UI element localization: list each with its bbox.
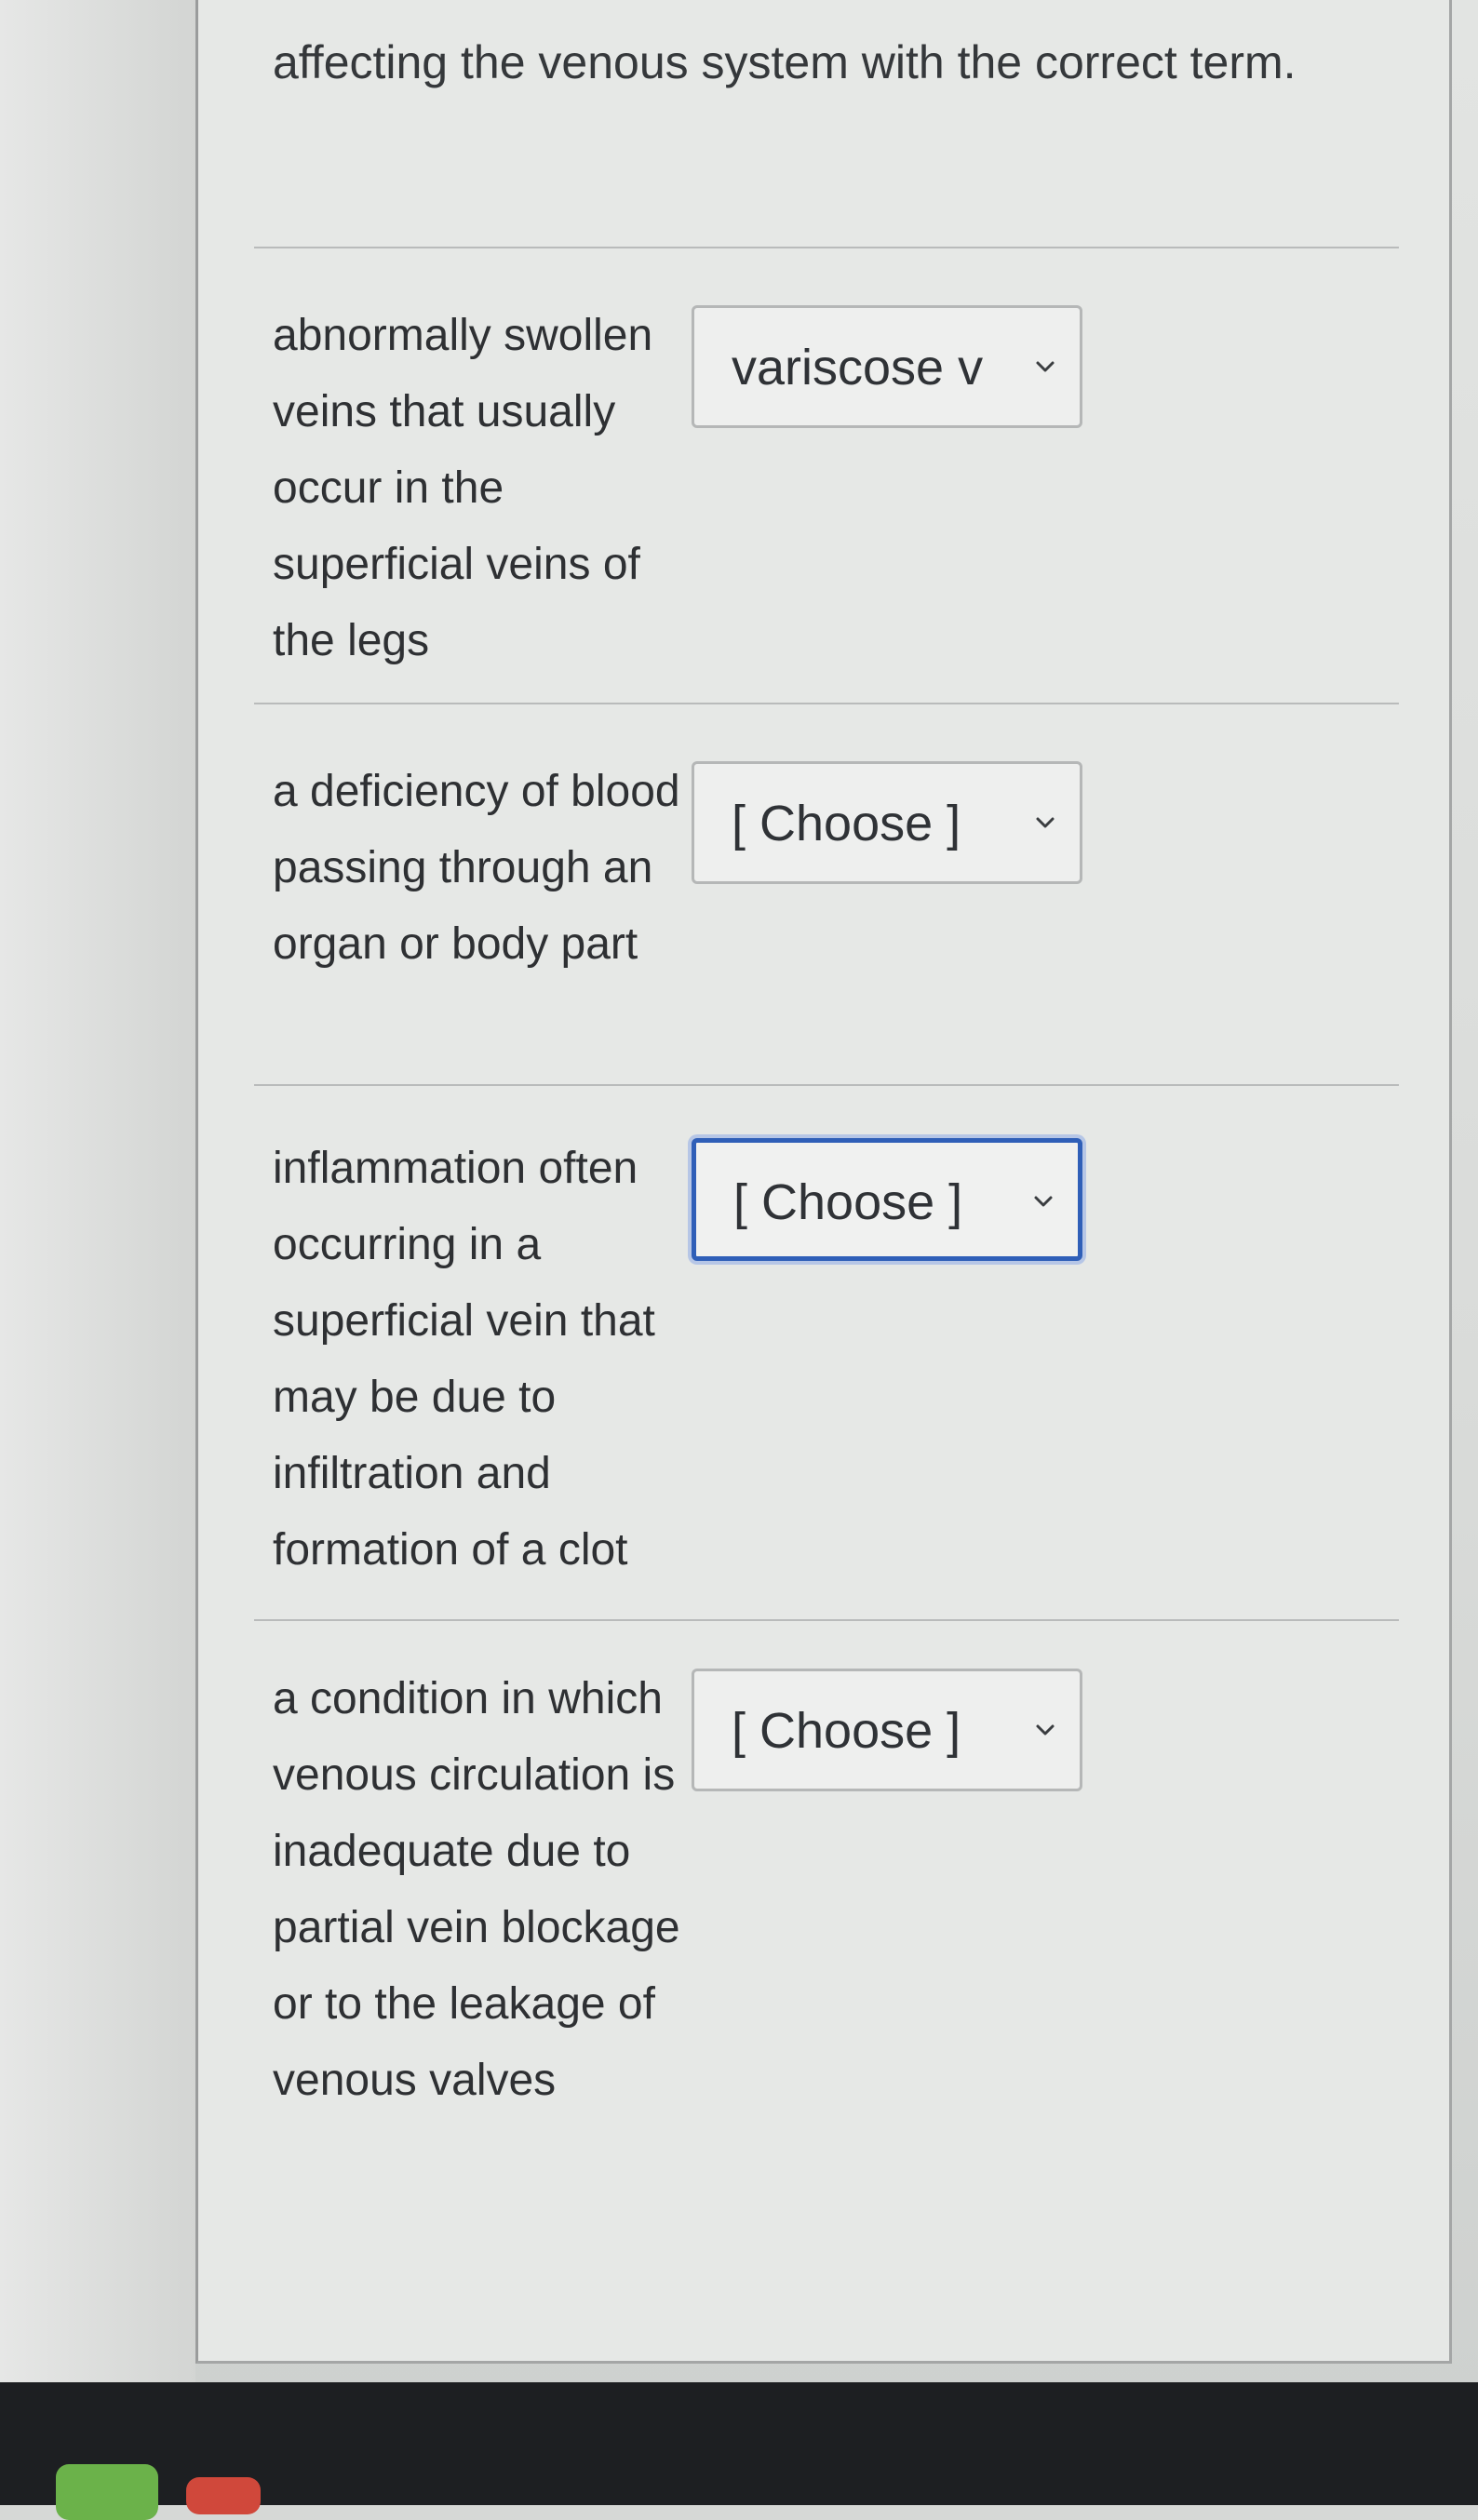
page-margin [0, 0, 195, 2382]
row-description: inflammation often occurring in a superf… [273, 1144, 655, 1575]
row-description: a deficiency of blood passing through an… [273, 767, 680, 969]
chevron-down-icon [1036, 361, 1055, 372]
term-select-dropdown[interactable]: [ Choose ] [692, 761, 1082, 884]
question-card: affecting the venous system with the cor… [195, 0, 1452, 2364]
dock-app-icon[interactable] [56, 2464, 158, 2520]
term-select-dropdown[interactable]: variscose v [692, 305, 1082, 428]
divider [254, 247, 1399, 248]
selected-value: variscose v [732, 340, 984, 395]
match-row-varicose-veins: abnormally swollen veins that usually oc… [254, 298, 1399, 670]
term-select-dropdown[interactable]: [ Choose ] [692, 1669, 1082, 1791]
match-row-phlebitis: inflammation often occurring in a superf… [254, 1131, 1399, 1596]
dock-app-icon[interactable] [186, 2477, 261, 2514]
selected-value: [ Choose ] [732, 1703, 961, 1759]
row-description: abnormally swollen veins that usually oc… [273, 311, 653, 665]
question-prompt: affecting the venous system with the cor… [273, 36, 1297, 88]
chevron-down-icon [1034, 1196, 1053, 1207]
screen: affecting the venous system with the cor… [0, 0, 1478, 2520]
chevron-down-icon [1036, 1724, 1055, 1736]
chevron-down-icon [1036, 817, 1055, 828]
divider [254, 703, 1399, 704]
row-description: a condition in which venous circulation … [273, 1674, 680, 2105]
match-row-ischemia: a deficiency of blood passing through an… [254, 754, 1399, 1061]
selected-value: [ Choose ] [732, 796, 961, 851]
selected-value: [ Choose ] [733, 1174, 963, 1230]
match-row-venous-insufficiency: a condition in which venous circulation … [254, 1661, 1399, 2219]
divider [254, 1619, 1399, 1621]
term-select-dropdown-focused[interactable]: [ Choose ] [692, 1138, 1082, 1261]
divider [254, 1084, 1399, 1086]
